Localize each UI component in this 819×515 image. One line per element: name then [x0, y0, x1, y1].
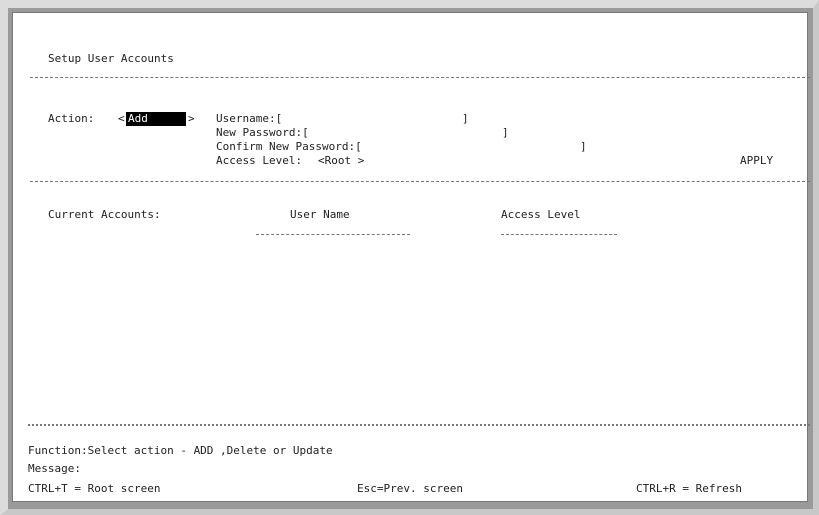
- terminal-screen: [12, 12, 808, 502]
- column-header-access-level: Access Level: [501, 208, 581, 221]
- user-name-underline: [256, 234, 410, 235]
- divider-middle: [30, 181, 810, 182]
- message-label: Message:: [28, 462, 81, 475]
- new-password-field-close: ]: [502, 126, 509, 139]
- access-level-underline: [501, 234, 617, 235]
- action-label: Action:: [48, 112, 95, 125]
- refresh-hint: CTRL+R = Refresh: [636, 482, 742, 495]
- divider-bottom: [28, 424, 810, 426]
- column-header-user-name: User Name: [290, 208, 350, 221]
- current-accounts-label: Current Accounts:: [48, 208, 161, 221]
- action-selector-right: >: [188, 112, 195, 125]
- username-label: Username:[: [216, 112, 283, 125]
- page-title: Setup User Accounts: [48, 52, 174, 65]
- action-selector[interactable]: Add: [126, 112, 186, 126]
- confirm-password-label: Confirm New Password:[: [216, 140, 362, 153]
- root-screen-hint: CTRL+T = Root screen: [28, 482, 161, 495]
- access-level-label: Access Level:: [216, 154, 303, 167]
- username-field-close: ]: [462, 112, 469, 125]
- divider-top: [30, 77, 810, 78]
- action-selector-left: <: [118, 112, 125, 125]
- function-line: Function:Select action - ADD ,Delete or …: [28, 444, 333, 457]
- apply-button[interactable]: APPLY: [740, 154, 773, 168]
- confirm-password-field-close: ]: [580, 140, 587, 153]
- access-level-selector[interactable]: <Root >: [318, 154, 364, 168]
- prev-screen-hint: Esc=Prev. screen: [357, 482, 463, 495]
- new-password-label: New Password:[: [216, 126, 309, 139]
